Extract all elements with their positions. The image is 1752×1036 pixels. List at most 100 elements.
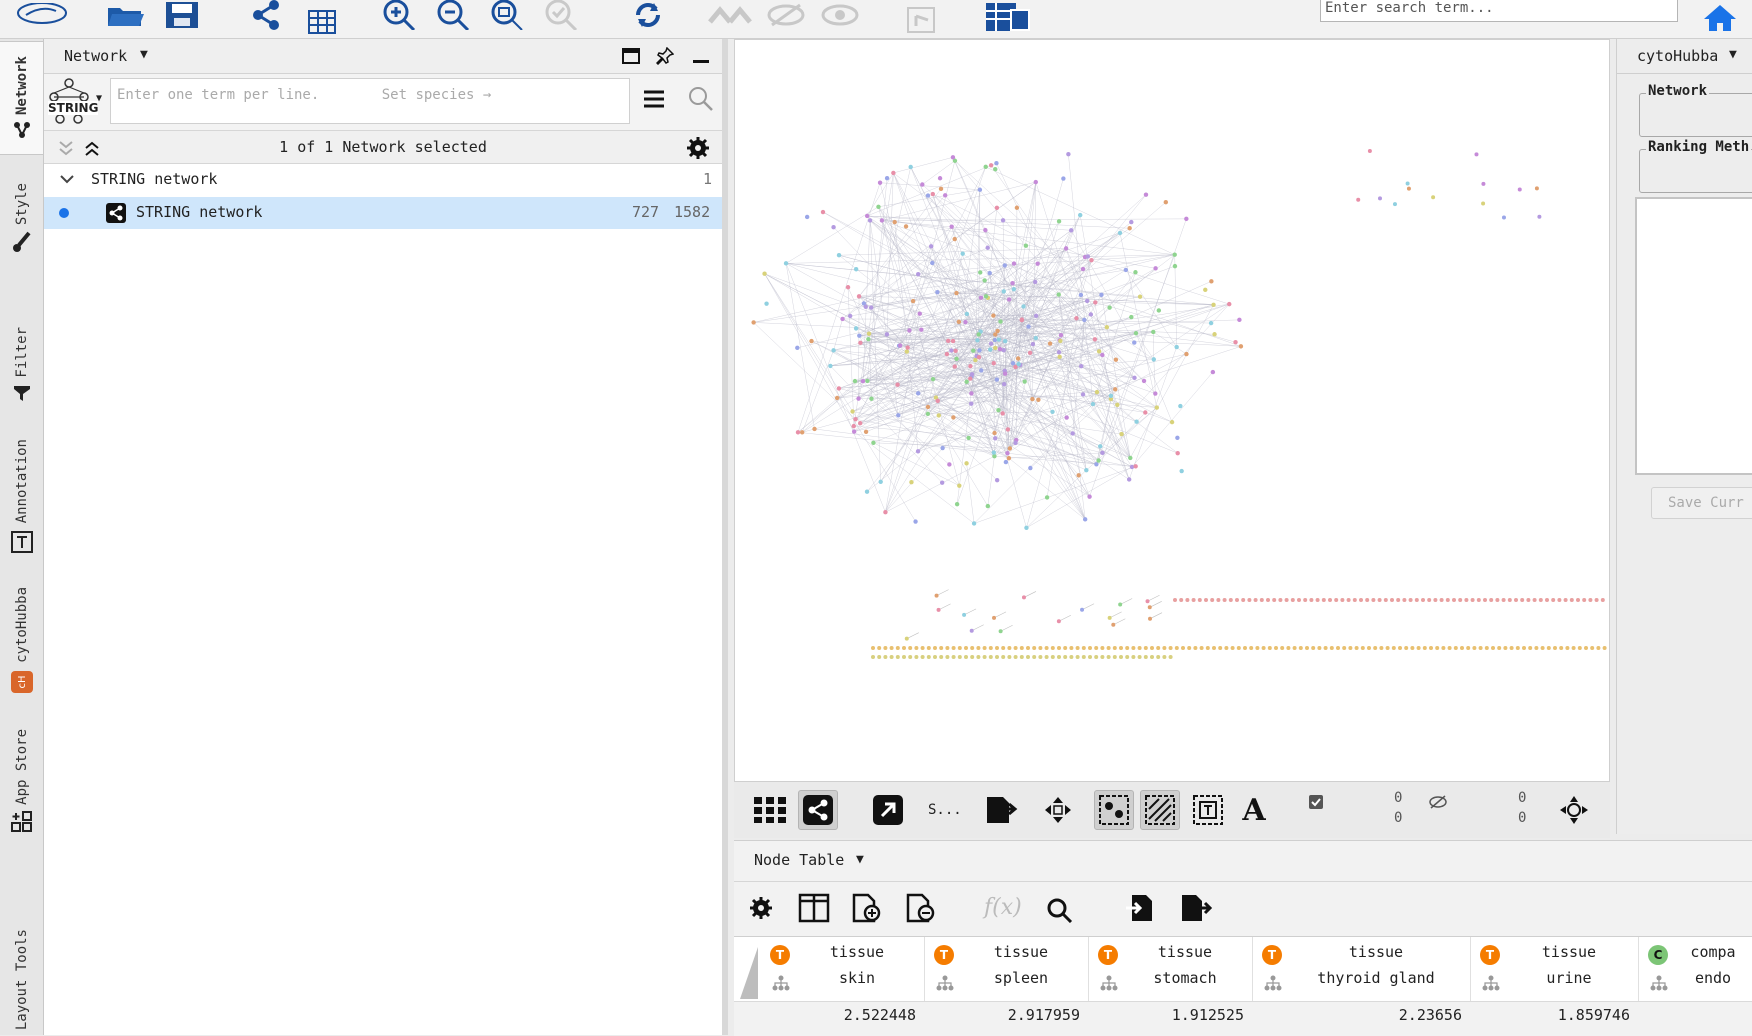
show-columns-icon[interactable] xyxy=(798,893,830,923)
tab-annotation[interactable]: Annotation xyxy=(0,409,43,559)
export-table-icon[interactable] xyxy=(1180,893,1216,923)
network-view-mode-icon[interactable] xyxy=(798,790,838,830)
tab-filter[interactable]: Filter xyxy=(0,287,43,407)
import-table-icon[interactable] xyxy=(304,6,340,36)
network-edge-count: 1582 xyxy=(674,203,710,221)
network-icon xyxy=(13,121,31,139)
zoom-fit-icon[interactable] xyxy=(488,0,528,30)
tab-app-store[interactable]: App Store xyxy=(0,719,43,849)
label-selection-icon[interactable]: A xyxy=(1234,790,1274,830)
tab-style-label: Style xyxy=(14,183,30,225)
network-graph[interactable] xyxy=(735,40,1609,785)
minimize-icon[interactable] xyxy=(692,49,710,65)
table-cell[interactable]: 1.912525 xyxy=(1088,1006,1244,1024)
delete-column-icon[interactable] xyxy=(906,893,936,923)
database-dropdown-arrow-icon[interactable]: ▼ xyxy=(96,93,102,104)
zoom-out-icon[interactable] xyxy=(434,0,474,30)
query-input[interactable]: Enter one term per line. Set species → xyxy=(110,78,630,124)
show-all-icon xyxy=(818,0,862,30)
network-row-selected[interactable]: STRING network 727 1582 xyxy=(44,197,722,229)
float-panel-icon[interactable] xyxy=(622,48,640,64)
open-session-icon[interactable] xyxy=(104,0,148,30)
tab-filter-label: Filter xyxy=(14,327,30,378)
column-namespace: tissue xyxy=(1118,943,1252,961)
results-panel-title[interactable]: cytoHubba xyxy=(1637,47,1718,65)
table-cell[interactable]: 2.23656 xyxy=(1252,1006,1462,1024)
text-box-icon xyxy=(11,531,33,553)
species-placeholder[interactable]: Set species → xyxy=(382,87,492,103)
tab-cytohubba-label: cytoHubba xyxy=(14,587,30,663)
network-fieldset-label: Network xyxy=(1646,83,1709,99)
column-type-badge-icon: T xyxy=(1098,945,1118,965)
save-session-icon[interactable] xyxy=(162,0,202,30)
node-table-header: TtissueskinTtissuespleenTtissuestomachTt… xyxy=(734,936,1752,1002)
create-column-icon[interactable] xyxy=(852,893,882,923)
panel-menu-arrow-icon[interactable]: ▼ xyxy=(140,47,148,62)
column-namespace: tissue xyxy=(1500,943,1638,961)
row-header-corner-icon[interactable] xyxy=(738,945,760,1001)
tab-network[interactable]: Network xyxy=(0,41,43,155)
select-annotations-icon[interactable] xyxy=(1188,790,1228,830)
table-import-icon[interactable] xyxy=(984,2,1032,32)
settings-gear-icon[interactable] xyxy=(686,136,710,160)
results-panel-arrow-icon[interactable]: ▼ xyxy=(1729,47,1737,62)
network-panel-title[interactable]: Network xyxy=(64,47,127,65)
annotation-selection-icon[interactable] xyxy=(1140,790,1180,830)
function-builder-button[interactable]: f(x) xyxy=(984,895,1022,920)
apps-grid-icon xyxy=(11,811,33,833)
table-settings-gear-icon[interactable] xyxy=(748,895,774,921)
string-logo-text: STRING xyxy=(48,101,98,115)
tab-layout-tools-label: Layout Tools xyxy=(14,929,30,1030)
refresh-icon[interactable] xyxy=(630,0,666,30)
network-collection-row[interactable]: STRING network 1 xyxy=(44,163,722,195)
column-type-badge-icon: T xyxy=(1262,945,1282,965)
table-cell[interactable]: 2.917959 xyxy=(924,1006,1080,1024)
table-search-icon[interactable] xyxy=(1046,897,1074,923)
view-title-short[interactable]: S... xyxy=(928,802,962,818)
tab-style[interactable]: Style xyxy=(0,179,43,289)
table-cell[interactable]: 2.522448 xyxy=(760,1006,916,1024)
zoom-in-icon[interactable] xyxy=(380,0,420,30)
column-header[interactable]: Ttissuethyroid gland xyxy=(1252,937,1471,1001)
column-header[interactable]: Ttissuespleen xyxy=(924,937,1089,1001)
table-cell[interactable]: 1.859746 xyxy=(1470,1006,1630,1024)
export-network-icon[interactable] xyxy=(982,790,1022,830)
tab-cytohubba[interactable]: cytoHubba cH xyxy=(0,579,43,704)
column-header[interactable]: Ttissueskin xyxy=(760,937,925,1001)
column-header[interactable]: Ttissueurine xyxy=(1470,937,1639,1001)
search-icon[interactable] xyxy=(688,86,714,112)
cytoscape-logo-icon[interactable] xyxy=(14,0,70,30)
grid-view-icon[interactable] xyxy=(750,790,790,830)
cytohubba-icon: cH xyxy=(11,671,33,693)
results-list[interactable] xyxy=(1635,197,1752,475)
search-input[interactable]: Enter search term... xyxy=(1320,0,1678,22)
home-icon[interactable] xyxy=(1700,2,1740,32)
table-panel: Node Table ▼ f(x) TtissueskinTtissuesple… xyxy=(734,840,1752,1036)
network-view-canvas[interactable] xyxy=(734,39,1610,786)
selected-nodes-count: 0 xyxy=(1394,790,1402,806)
fit-content-icon[interactable] xyxy=(1038,790,1078,830)
navigator-icon[interactable] xyxy=(1554,790,1594,830)
chevron-down-icon[interactable] xyxy=(60,175,74,185)
table-panel-title[interactable]: Node Table xyxy=(754,851,844,869)
network-node-count: 727 xyxy=(632,203,659,221)
first-neighbors-icon xyxy=(706,0,754,30)
hide-selected-icon xyxy=(764,0,808,30)
options-menu-icon[interactable] xyxy=(642,88,666,110)
network-name: STRING network xyxy=(136,203,262,221)
detach-view-icon[interactable] xyxy=(868,790,908,830)
pin-icon[interactable] xyxy=(656,47,674,65)
string-database-selector[interactable]: STRING ▼ xyxy=(46,77,108,127)
selection-status-row: 1 of 1 Network selected xyxy=(44,131,722,164)
hidden-count-icon xyxy=(1428,794,1448,810)
tab-layout-tools[interactable]: Layout Tools xyxy=(0,909,43,1035)
save-current-button[interactable]: Save Curr xyxy=(1651,487,1752,519)
share-network-icon[interactable] xyxy=(248,0,284,30)
column-header[interactable]: Ttissuestomach xyxy=(1088,937,1253,1001)
column-header[interactable]: Ccompaendo xyxy=(1638,937,1752,1001)
import-table-data-icon[interactable] xyxy=(1124,893,1156,923)
tab-network-label: Network xyxy=(14,56,30,115)
table-panel-arrow-icon[interactable]: ▼ xyxy=(856,852,864,867)
tab-annotation-label: Annotation xyxy=(14,439,30,523)
show-graphics-details-icon[interactable] xyxy=(1094,790,1134,830)
